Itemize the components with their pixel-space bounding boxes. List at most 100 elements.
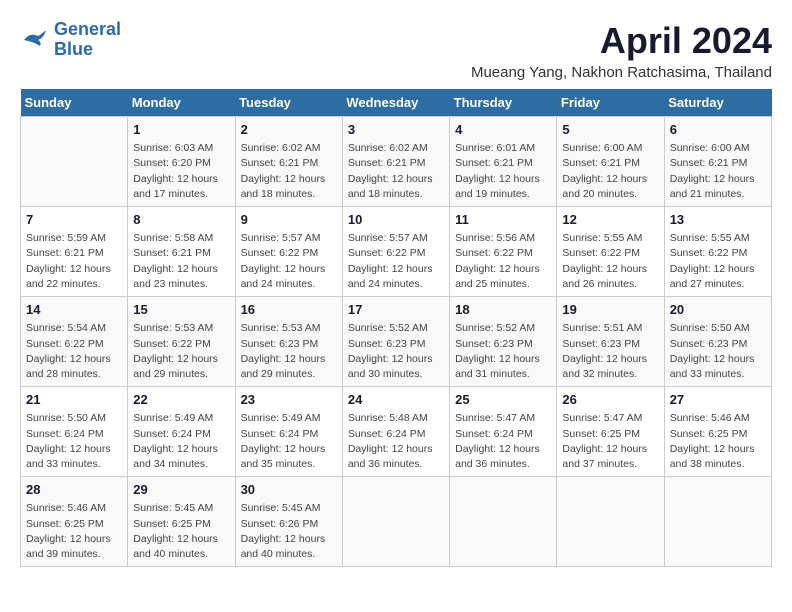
day-info-line: Daylight: 12 hours — [241, 262, 337, 277]
day-info-line: Daylight: 12 hours — [670, 172, 766, 187]
day-info-line: Sunset: 6:24 PM — [455, 427, 551, 442]
day-info-line: Daylight: 12 hours — [455, 442, 551, 457]
day-info: Sunrise: 6:00 AMSunset: 6:21 PMDaylight:… — [670, 141, 766, 202]
day-number: 1 — [133, 121, 229, 139]
calendar-cell: 29Sunrise: 5:45 AMSunset: 6:25 PMDayligh… — [128, 477, 235, 567]
day-info-line: and 24 minutes. — [348, 277, 444, 292]
day-info: Sunrise: 5:56 AMSunset: 6:22 PMDaylight:… — [455, 231, 551, 292]
calendar-cell: 27Sunrise: 5:46 AMSunset: 6:25 PMDayligh… — [664, 387, 771, 477]
calendar-cell: 12Sunrise: 5:55 AMSunset: 6:22 PMDayligh… — [557, 207, 664, 297]
month-title: April 2024 — [471, 20, 772, 62]
day-info-line: and 40 minutes. — [241, 547, 337, 562]
day-number: 13 — [670, 211, 766, 229]
day-info: Sunrise: 5:53 AMSunset: 6:23 PMDaylight:… — [241, 321, 337, 382]
day-info-line: and 17 minutes. — [133, 187, 229, 202]
day-info-line: Sunset: 6:24 PM — [26, 427, 122, 442]
day-info-line: Daylight: 12 hours — [562, 442, 658, 457]
day-info-line: Sunrise: 5:46 AM — [26, 501, 122, 516]
calendar-week-3: 14Sunrise: 5:54 AMSunset: 6:22 PMDayligh… — [21, 297, 772, 387]
day-info-line: Sunset: 6:22 PM — [562, 246, 658, 261]
day-info-line: Sunset: 6:22 PM — [26, 337, 122, 352]
day-info-line: Sunrise: 5:53 AM — [133, 321, 229, 336]
day-info-line: Sunset: 6:24 PM — [348, 427, 444, 442]
day-info-line: Sunrise: 5:55 AM — [670, 231, 766, 246]
day-info-line: Sunrise: 5:49 AM — [133, 411, 229, 426]
header-day-tuesday: Tuesday — [235, 89, 342, 117]
day-info-line: and 33 minutes. — [26, 457, 122, 472]
day-number: 28 — [26, 481, 122, 499]
day-info-line: and 19 minutes. — [455, 187, 551, 202]
day-number: 27 — [670, 391, 766, 409]
logo: General Blue — [20, 20, 121, 60]
day-info-line: Daylight: 12 hours — [455, 262, 551, 277]
day-info-line: Daylight: 12 hours — [133, 172, 229, 187]
day-info: Sunrise: 5:50 AMSunset: 6:24 PMDaylight:… — [26, 411, 122, 472]
day-info-line: and 23 minutes. — [133, 277, 229, 292]
day-info-line: and 36 minutes. — [455, 457, 551, 472]
day-info-line: Sunset: 6:21 PM — [562, 156, 658, 171]
day-info-line: Daylight: 12 hours — [670, 352, 766, 367]
day-info: Sunrise: 5:54 AMSunset: 6:22 PMDaylight:… — [26, 321, 122, 382]
day-number: 7 — [26, 211, 122, 229]
calendar-cell — [557, 477, 664, 567]
day-info-line: Daylight: 12 hours — [670, 442, 766, 457]
calendar-cell: 23Sunrise: 5:49 AMSunset: 6:24 PMDayligh… — [235, 387, 342, 477]
day-number: 10 — [348, 211, 444, 229]
day-info-line: Sunset: 6:23 PM — [670, 337, 766, 352]
day-info-line: and 40 minutes. — [133, 547, 229, 562]
day-info-line: Daylight: 12 hours — [133, 532, 229, 547]
day-info-line: Daylight: 12 hours — [348, 172, 444, 187]
calendar-body: 1 Sunrise: 6:03 AMSunset: 6:20 PMDaylight… — [21, 117, 772, 567]
day-info-line: and 32 minutes. — [562, 367, 658, 382]
day-info-line: Sunrise: 5:49 AM — [241, 411, 337, 426]
day-info-line: Daylight: 12 hours — [26, 442, 122, 457]
day-info-line: Daylight: 12 hours — [241, 532, 337, 547]
day-info-line: Sunrise: 5:57 AM — [348, 231, 444, 246]
day-info-line: Sunset: 6:22 PM — [670, 246, 766, 261]
day-info-line: and 18 minutes. — [241, 187, 337, 202]
day-info-line: and 30 minutes. — [348, 367, 444, 382]
calendar-cell: 1 Sunrise: 6:03 AMSunset: 6:20 PMDaylight… — [128, 117, 235, 207]
day-info-line: Daylight: 12 hours — [562, 262, 658, 277]
calendar-cell: 21 Sunrise: 5:50 AMSunset: 6:24 PMDayligh… — [21, 387, 128, 477]
day-info: Sunrise: 5:50 AMSunset: 6:23 PMDaylight:… — [670, 321, 766, 382]
day-info-line: Sunrise: 5:45 AM — [241, 501, 337, 516]
day-info-line: Daylight: 12 hours — [241, 172, 337, 187]
day-info-line: Sunset: 6:22 PM — [133, 337, 229, 352]
day-info-line: Daylight: 12 hours — [26, 262, 122, 277]
day-number: 16 — [241, 301, 337, 319]
day-info-line: and 38 minutes. — [670, 457, 766, 472]
day-info-line: and 27 minutes. — [670, 277, 766, 292]
day-info: Sunrise: 5:57 AMSunset: 6:22 PMDaylight:… — [348, 231, 444, 292]
page-header: General Blue April 2024 Mueang Yang, Nak… — [20, 20, 772, 81]
day-info-line: Daylight: 12 hours — [455, 352, 551, 367]
calendar-cell: 4Sunrise: 6:01 AMSunset: 6:21 PMDaylight… — [450, 117, 557, 207]
day-number: 29 — [133, 481, 229, 499]
day-number: 22 — [133, 391, 229, 409]
day-number: 17 — [348, 301, 444, 319]
day-info-line: Sunset: 6:23 PM — [348, 337, 444, 352]
day-number: 21 — [26, 391, 122, 409]
day-info-line: Sunset: 6:25 PM — [26, 517, 122, 532]
day-info-line: Daylight: 12 hours — [26, 352, 122, 367]
day-info: Sunrise: 6:03 AMSunset: 6:20 PMDaylight:… — [133, 141, 229, 202]
day-number: 11 — [455, 211, 551, 229]
day-info-line: Daylight: 12 hours — [348, 352, 444, 367]
day-info-line: Sunrise: 5:47 AM — [562, 411, 658, 426]
day-info: Sunrise: 5:52 AMSunset: 6:23 PMDaylight:… — [455, 321, 551, 382]
day-info-line: and 28 minutes. — [26, 367, 122, 382]
day-info-line: and 37 minutes. — [562, 457, 658, 472]
day-info: Sunrise: 5:49 AMSunset: 6:24 PMDaylight:… — [133, 411, 229, 472]
day-info-line: Daylight: 12 hours — [562, 172, 658, 187]
day-info: Sunrise: 5:45 AMSunset: 6:26 PMDaylight:… — [241, 501, 337, 562]
calendar-cell: 22 Sunrise: 5:49 AMSunset: 6:24 PMDayligh… — [128, 387, 235, 477]
logo-text: General Blue — [54, 20, 121, 60]
calendar-cell — [21, 117, 128, 207]
day-info-line: Sunset: 6:24 PM — [241, 427, 337, 442]
day-info-line: Sunset: 6:22 PM — [455, 246, 551, 261]
calendar-cell: 3Sunrise: 6:02 AMSunset: 6:21 PMDaylight… — [342, 117, 449, 207]
day-info: Sunrise: 5:55 AMSunset: 6:22 PMDaylight:… — [562, 231, 658, 292]
day-info: Sunrise: 5:52 AMSunset: 6:23 PMDaylight:… — [348, 321, 444, 382]
day-info-line: Sunrise: 5:55 AM — [562, 231, 658, 246]
day-info-line: and 26 minutes. — [562, 277, 658, 292]
